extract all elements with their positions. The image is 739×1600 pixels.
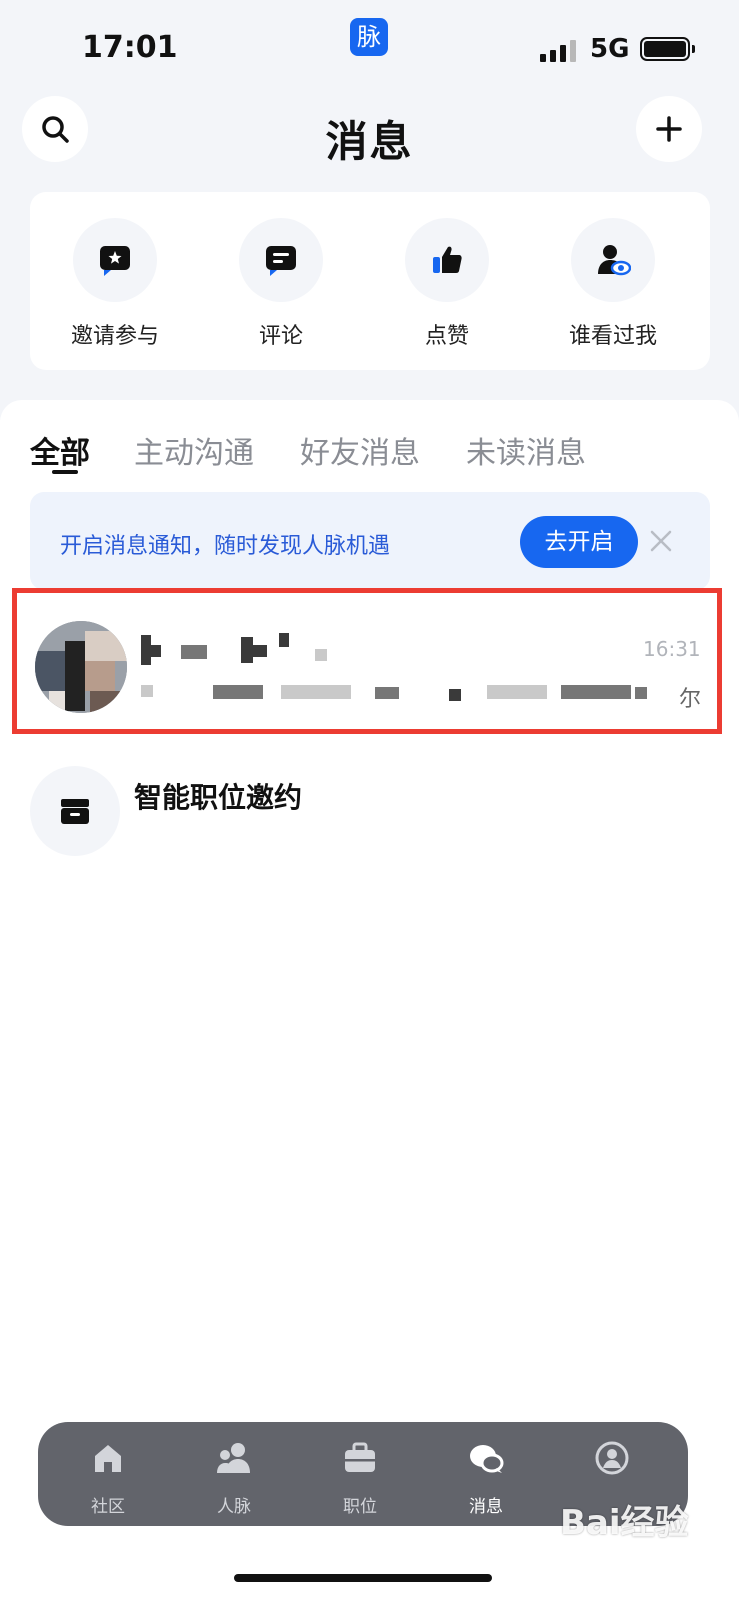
blurred-name bbox=[253, 645, 267, 657]
blurred-preview bbox=[141, 685, 153, 697]
blurred-name bbox=[151, 645, 161, 657]
message-bubble-icon bbox=[426, 1438, 546, 1478]
smart-job-title[interactable]: 智能职位邀约 bbox=[134, 776, 302, 816]
blurred-preview bbox=[635, 687, 647, 699]
blurred-name bbox=[315, 649, 327, 661]
shortcut-comment[interactable]: 评论 bbox=[196, 218, 366, 350]
blurred-preview bbox=[213, 685, 263, 699]
chat-preview-tail: 尔 bbox=[679, 687, 702, 712]
nav-messages[interactable]: 消息 bbox=[426, 1438, 546, 1517]
home-icon bbox=[48, 1438, 168, 1478]
contacts-icon bbox=[174, 1438, 294, 1478]
thumbs-up-icon bbox=[405, 218, 489, 302]
blurred-preview bbox=[449, 689, 461, 701]
avatar bbox=[35, 621, 127, 713]
nav-label: 消息 bbox=[469, 1497, 503, 1517]
notification-banner: 开启消息通知，随时发现人脉机遇 去开启 bbox=[30, 492, 710, 590]
comment-bubble-icon bbox=[239, 218, 323, 302]
nav-jobs[interactable]: 职位 bbox=[300, 1438, 420, 1517]
viewer-eye-icon bbox=[571, 218, 655, 302]
smart-job-item-icon[interactable] bbox=[30, 766, 120, 856]
chat-list-item[interactable]: 16:31 尔 bbox=[12, 588, 722, 734]
shortcut-invite[interactable]: 邀请参与 bbox=[30, 218, 200, 350]
blurred-preview bbox=[375, 687, 399, 699]
blurred-name bbox=[181, 645, 207, 659]
shortcut-viewers[interactable]: 谁看过我 bbox=[528, 218, 698, 350]
enable-notification-button[interactable]: 去开启 bbox=[520, 516, 638, 568]
status-time: 17:01 bbox=[82, 30, 178, 65]
invite-star-chat-icon bbox=[73, 218, 157, 302]
chat-timestamp: 16:31 bbox=[643, 637, 701, 661]
signal-icon bbox=[540, 38, 580, 62]
tab-all[interactable]: 全部 bbox=[30, 428, 90, 472]
watermark-logo: Bai经验 bbox=[560, 1503, 689, 1543]
blurred-preview bbox=[281, 685, 351, 699]
home-indicator[interactable] bbox=[234, 1574, 492, 1582]
blurred-name bbox=[241, 637, 253, 663]
battery-icon bbox=[640, 37, 695, 61]
notification-text: 开启消息通知，随时发现人脉机遇 bbox=[60, 534, 391, 559]
active-tab-indicator bbox=[52, 470, 78, 474]
nav-label: 职位 bbox=[343, 1497, 377, 1517]
app-badge-icon: 脉 bbox=[350, 18, 388, 56]
shortcut-label: 邀请参与 bbox=[70, 324, 159, 349]
plus-icon bbox=[656, 116, 682, 142]
page-title: 消息 bbox=[325, 117, 414, 166]
briefcase-icon bbox=[300, 1438, 420, 1478]
tab-friend-messages[interactable]: 好友消息 bbox=[300, 428, 420, 472]
nav-contacts[interactable]: 人脉 bbox=[174, 1438, 294, 1517]
shortcut-label: 评论 bbox=[258, 324, 303, 349]
nav-profile[interactable] bbox=[552, 1438, 672, 1492]
profile-icon bbox=[552, 1438, 672, 1478]
inbox-box-icon bbox=[61, 799, 89, 824]
nav-label: 社区 bbox=[91, 1497, 125, 1517]
nav-label: 人脉 bbox=[217, 1497, 251, 1517]
blurred-name bbox=[279, 633, 289, 647]
close-icon[interactable] bbox=[646, 526, 676, 556]
nav-community[interactable]: 社区 bbox=[48, 1438, 168, 1517]
shortcuts-card: 邀请参与 评论 点赞 谁看过我 bbox=[30, 192, 710, 370]
blurred-name bbox=[141, 635, 151, 665]
shortcut-label: 点赞 bbox=[424, 324, 469, 349]
blurred-preview bbox=[487, 685, 547, 699]
shortcut-label: 谁看过我 bbox=[568, 324, 657, 349]
network-type: 5G bbox=[590, 34, 630, 64]
blurred-preview bbox=[561, 685, 631, 699]
shortcut-like[interactable]: 点赞 bbox=[362, 218, 532, 350]
tab-active-chat[interactable]: 主动沟通 bbox=[134, 428, 254, 472]
tab-unread-messages[interactable]: 未读消息 bbox=[466, 428, 586, 472]
add-button[interactable] bbox=[636, 96, 702, 162]
